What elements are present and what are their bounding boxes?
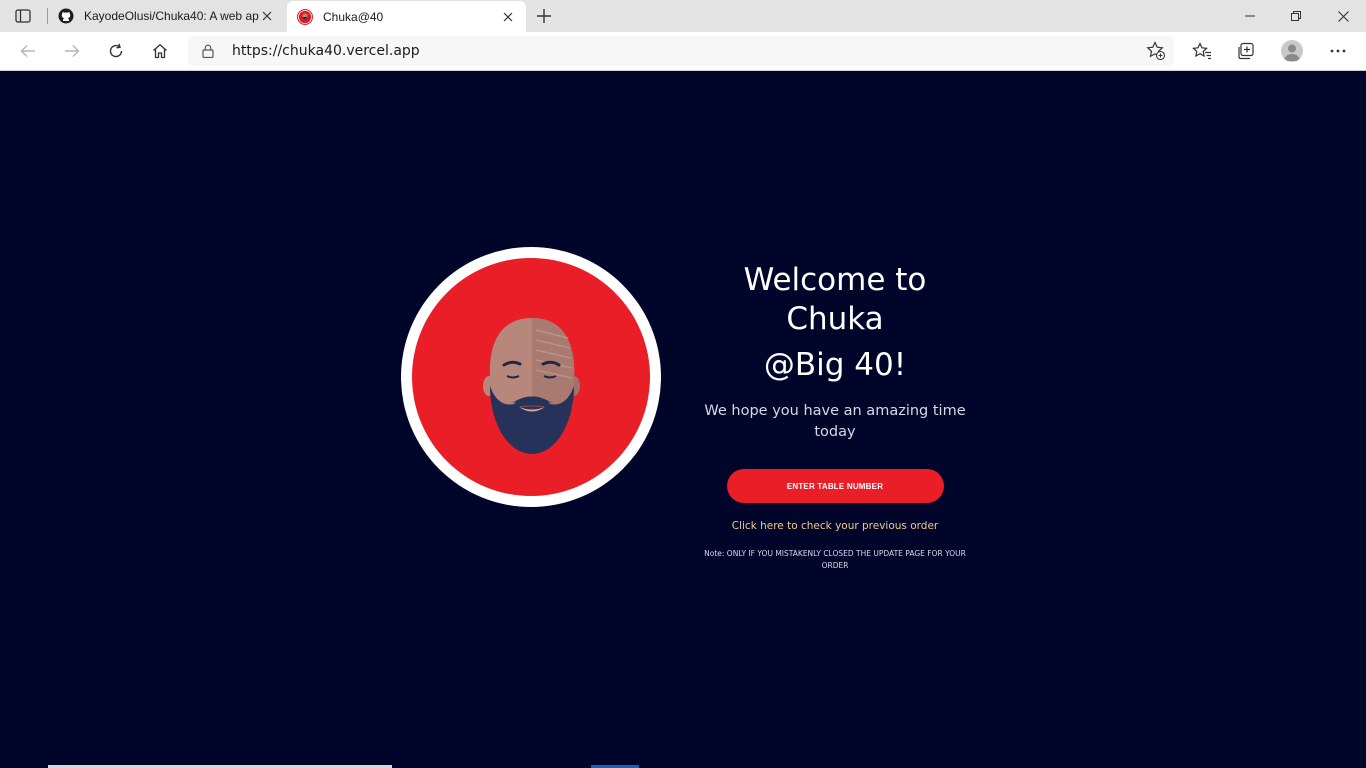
address-bar[interactable]: https://chuka40.vercel.app	[188, 36, 1174, 66]
forward-arrow-icon[interactable]	[56, 36, 88, 66]
url-text[interactable]: https://chuka40.vercel.app	[232, 43, 420, 59]
chuka-avatar-illustration	[412, 258, 650, 496]
favorites-icon[interactable]	[1186, 36, 1218, 66]
previous-order-link[interactable]: Click here to check your previous order	[700, 520, 970, 532]
tab-title: KayodeOlusi/Chuka40: A web ap	[84, 9, 259, 23]
home-icon[interactable]	[144, 36, 176, 66]
browser-tab-strip: KayodeOlusi/Chuka40: A web ap Chuka@40	[0, 0, 1366, 32]
welcome-title-line2: Chuka	[786, 301, 884, 337]
collections-icon[interactable]	[1230, 36, 1262, 66]
browser-toolbar: https://chuka40.vercel.app	[0, 32, 1366, 71]
tab-actions-icon[interactable]	[8, 5, 38, 27]
tab-title: Chuka@40	[323, 9, 384, 24]
tab-chuka[interactable]: Chuka@40	[287, 1, 526, 32]
new-tab-plus-icon[interactable]	[533, 5, 555, 27]
welcome-panel: Welcome to Chuka @Big 40! We hope you ha…	[700, 261, 970, 572]
page-body: Welcome to Chuka @Big 40! We hope you ha…	[0, 71, 1366, 768]
minimize-icon[interactable]	[1227, 0, 1273, 32]
site-favicon-icon	[297, 8, 313, 25]
enter-table-number-button[interactable]: ENTER TABLE NUMBER	[726, 469, 944, 503]
update-page-note: Note: ONLY IF YOU MISTAKENLY CLOSED THE …	[704, 549, 966, 570]
welcome-subtitle: We hope you have an amazing time today	[704, 403, 966, 440]
window-close-icon[interactable]	[1320, 0, 1366, 32]
logo-ring	[401, 247, 661, 507]
profile-avatar[interactable]	[1281, 40, 1303, 62]
back-arrow-icon[interactable]	[12, 36, 44, 66]
welcome-title-line3: @Big 40!	[763, 347, 907, 383]
refresh-icon[interactable]	[100, 36, 132, 66]
github-icon	[58, 8, 74, 24]
add-favorite-icon[interactable]	[1146, 41, 1166, 66]
welcome-title-line1: Welcome to	[743, 262, 927, 298]
restore-icon[interactable]	[1273, 0, 1319, 32]
close-icon[interactable]	[500, 9, 516, 25]
close-icon[interactable]	[259, 8, 275, 24]
lock-icon[interactable]	[202, 44, 214, 63]
more-options-icon[interactable]	[1322, 36, 1354, 66]
tab-github[interactable]: KayodeOlusi/Chuka40: A web ap	[48, 0, 285, 32]
